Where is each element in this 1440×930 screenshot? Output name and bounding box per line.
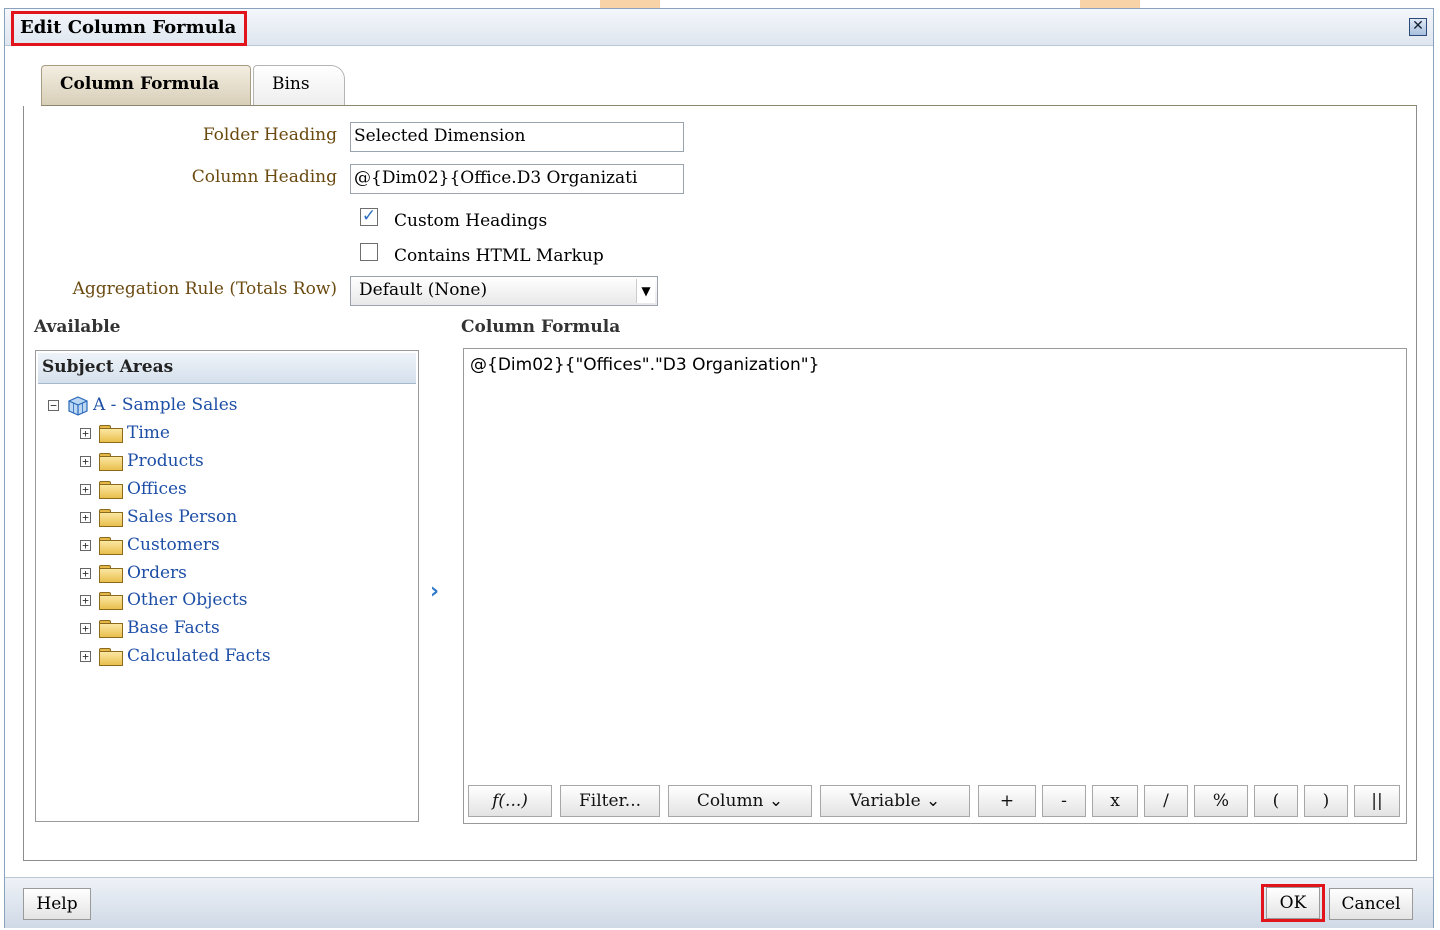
dialog-titlebar: Edit Column Formula ✕ (5, 9, 1433, 46)
expand-icon[interactable]: + (80, 456, 91, 467)
column-formula-editor[interactable]: @{Dim02}{"Offices"."D3 Organization"} f(… (463, 348, 1407, 824)
subject-area-cube-icon (68, 395, 88, 416)
background-strip (0, 0, 1440, 8)
background-fragment (1080, 0, 1140, 8)
minus-operator-button[interactable]: - (1042, 785, 1086, 817)
percent-operator-button[interactable]: % (1194, 785, 1248, 817)
folder-icon (99, 592, 123, 610)
folder-icon (99, 509, 123, 527)
dialog-title: Edit Column Formula (11, 11, 248, 46)
filter-button[interactable]: Filter... (560, 785, 660, 817)
subject-areas-tree: Subject Areas − A - Sample Sales + Time +… (35, 350, 419, 822)
edit-column-formula-dialog: Edit Column Formula ✕ Column Formula Bin… (4, 8, 1434, 928)
formula-text[interactable]: @{Dim02}{"Offices"."D3 Organization"} (470, 355, 819, 375)
dropdown-arrow-icon: ▼ (636, 279, 655, 303)
tab-column-formula[interactable]: Column Formula (41, 65, 251, 105)
folder-icon (99, 481, 123, 499)
folder-heading-input[interactable]: Selected Dimension (350, 122, 684, 152)
folder-icon (99, 537, 123, 555)
available-label: Available (34, 317, 121, 337)
aggregation-rule-select[interactable]: Default (None) ▼ (350, 276, 658, 306)
column-formula-label: Column Formula (461, 317, 621, 337)
aggregation-rule-value: Default (None) (359, 280, 488, 300)
custom-headings-checkbox[interactable]: ✓ (360, 208, 378, 226)
tree-folder-label: Calculated Facts (127, 646, 271, 666)
tree-root-label: A - Sample Sales (93, 395, 238, 415)
folder-icon (99, 425, 123, 443)
function-button[interactable]: f(...) (468, 785, 552, 817)
column-dropdown-button[interactable]: Column ⌄ (668, 785, 812, 817)
expand-icon[interactable]: + (80, 595, 91, 606)
column-heading-input[interactable]: @{Dim02}{Office.D3 Organizati (350, 164, 684, 194)
tree-folder-base-facts[interactable]: + Base Facts (80, 616, 220, 640)
tree-folder-label: Customers (127, 535, 220, 555)
tree-folder-label: Base Facts (127, 618, 220, 638)
expand-icon[interactable]: + (80, 623, 91, 634)
background-fragment (600, 0, 660, 8)
tree-folder-calculated-facts[interactable]: + Calculated Facts (80, 644, 271, 668)
dialog-footer: Help OK Cancel (5, 877, 1433, 928)
tree-folder-other-objects[interactable]: + Other Objects (80, 588, 248, 612)
custom-headings-label: Custom Headings (394, 211, 548, 231)
folder-icon (99, 453, 123, 471)
formula-toolbar: f(...) Filter... Column ⌄ Variable ⌄ + -… (468, 785, 1402, 819)
contains-html-checkbox[interactable] (360, 243, 378, 261)
open-paren-button[interactable]: ( (1254, 785, 1298, 817)
expand-icon[interactable]: + (80, 512, 91, 523)
tree-folder-label: Offices (127, 479, 187, 499)
tree-folder-customers[interactable]: + Customers (80, 533, 220, 557)
cancel-button[interactable]: Cancel (1329, 888, 1413, 920)
tab-bins[interactable]: Bins (253, 65, 345, 105)
subject-areas-header: Subject Areas (38, 353, 416, 384)
plus-operator-button[interactable]: + (978, 785, 1036, 817)
expand-icon[interactable]: + (80, 651, 91, 662)
folder-icon (99, 648, 123, 666)
concatenate-operator-button[interactable]: || (1354, 785, 1400, 817)
close-paren-button[interactable]: ) (1304, 785, 1348, 817)
expand-icon[interactable]: + (80, 428, 91, 439)
tree-folder-orders[interactable]: + Orders (80, 561, 187, 585)
divide-operator-button[interactable]: / (1144, 785, 1188, 817)
multiply-operator-button[interactable]: x (1092, 785, 1138, 817)
contains-html-label: Contains HTML Markup (394, 246, 604, 266)
expand-icon[interactable]: + (80, 484, 91, 495)
expand-icon[interactable]: + (80, 540, 91, 551)
tree-folder-products[interactable]: + Products (80, 449, 204, 473)
variable-dropdown-button[interactable]: Variable ⌄ (820, 785, 970, 817)
ok-button[interactable]: OK (1266, 887, 1320, 919)
tree-folder-label: Sales Person (127, 507, 238, 527)
tree-folder-offices[interactable]: + Offices (80, 477, 187, 501)
expand-icon[interactable]: + (80, 568, 91, 579)
tree-folder-label: Time (127, 423, 170, 443)
tree-folder-label: Other Objects (127, 590, 248, 610)
help-button[interactable]: Help (23, 888, 91, 920)
collapse-icon[interactable]: − (48, 400, 59, 411)
folder-icon (99, 565, 123, 583)
ok-highlight: OK (1261, 884, 1325, 922)
move-right-chevron-icon[interactable]: › (430, 581, 454, 605)
folder-icon (99, 620, 123, 638)
tree-root-sample-sales[interactable]: − A - Sample Sales (48, 393, 238, 417)
folder-heading-label: Folder Heading (202, 125, 337, 145)
tree-folder-time[interactable]: + Time (80, 421, 170, 445)
tree-folder-sales-person[interactable]: + Sales Person (80, 505, 237, 529)
column-heading-label: Column Heading (191, 167, 337, 187)
tree-folder-label: Products (127, 451, 204, 471)
tree-folder-label: Orders (127, 563, 187, 583)
aggregation-rule-label: Aggregation Rule (Totals Row) (72, 279, 337, 299)
close-x-icon[interactable]: ✕ (1409, 18, 1427, 36)
